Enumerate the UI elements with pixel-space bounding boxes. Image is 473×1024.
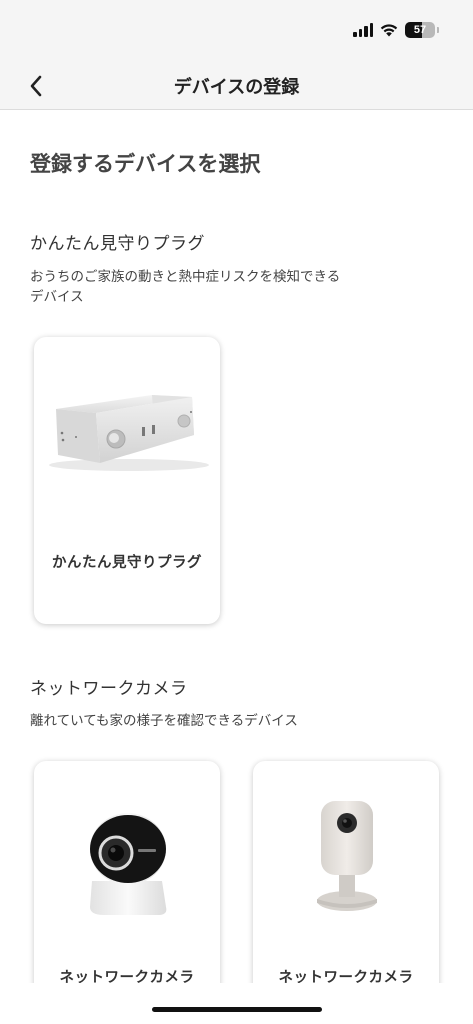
battery-tip bbox=[437, 27, 439, 33]
section-description-camera: 離れていても家の様子を確認できるデバイス bbox=[30, 711, 430, 731]
page-heading: 登録するデバイスを選択 bbox=[30, 152, 261, 176]
wifi-icon bbox=[380, 23, 398, 37]
bottom-safe-area bbox=[0, 983, 473, 1024]
description-line: 離れていても家の様子を確認できるデバイス bbox=[30, 713, 298, 729]
nav-bar: デバイスの登録 bbox=[0, 62, 473, 110]
section-description-plug: おうちのご家族の動きと熱中症リスクを検知できる デバイス bbox=[30, 267, 430, 307]
pan-tilt-camera-image bbox=[90, 813, 167, 915]
battery-level: 57 bbox=[413, 24, 427, 36]
page-title: デバイスの登録 bbox=[173, 77, 300, 98]
section-title-plug: かんたん見守りプラグ bbox=[30, 234, 205, 254]
device-card-camera-2[interactable]: ネットワークカメラ bbox=[253, 761, 439, 1001]
device-card-label: かんたん見守りプラグ bbox=[52, 555, 202, 571]
description-line: おうちのご家族の動きと熱中症リスクを検知できる bbox=[30, 269, 341, 285]
status-icons: 57 bbox=[353, 22, 439, 38]
battery-icon: 57 bbox=[405, 22, 435, 38]
device-card-camera-1[interactable]: ネットワークカメラ bbox=[34, 761, 220, 1001]
status-bar: 57 bbox=[0, 0, 473, 62]
device-card-plug[interactable]: かんたん見守りプラグ bbox=[34, 337, 220, 624]
section-title-camera: ネットワークカメラ bbox=[30, 679, 188, 699]
compact-camera-image bbox=[317, 801, 377, 911]
smart-plug-image bbox=[49, 395, 209, 471]
cellular-signal-icon bbox=[353, 23, 373, 37]
home-indicator bbox=[152, 1007, 322, 1012]
description-line: デバイス bbox=[30, 289, 84, 305]
